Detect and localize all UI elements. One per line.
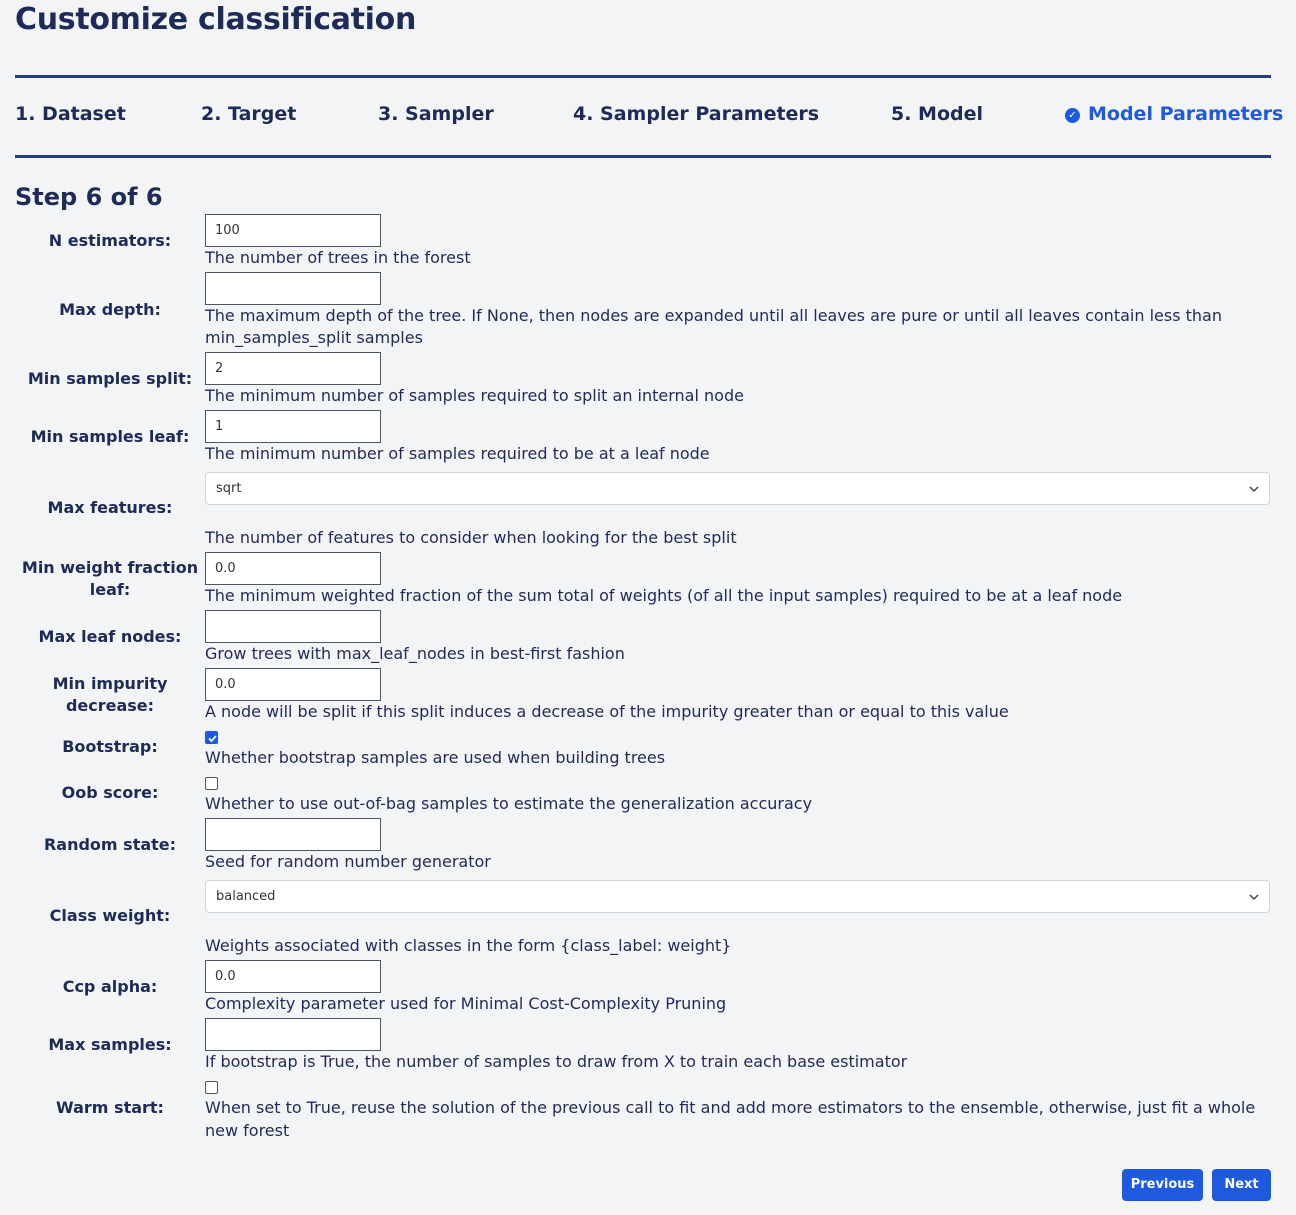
stepper: 1. Dataset 2. Target 3. Sampler 4. Sampl…: [0, 103, 1296, 133]
max-depth-input[interactable]: [205, 272, 381, 305]
random-state-input[interactable]: [205, 818, 381, 851]
step-dataset[interactable]: 1. Dataset: [15, 103, 126, 125]
bootstrap-checkbox[interactable]: [205, 731, 218, 744]
min-weight-fraction-leaf-label-line1: Min weight fraction: [21, 558, 199, 577]
step-sampler-parameters[interactable]: 4. Sampler Parameters: [573, 103, 819, 125]
step-count: Step 6 of 6: [15, 183, 163, 211]
min-impurity-decrease-label: Min impurity decrease:: [15, 673, 205, 717]
stepper-bottom-divider: [15, 155, 1271, 158]
min-samples-split-label: Min samples split:: [27, 369, 193, 388]
max-features-select[interactable]: sqrt: [205, 472, 1270, 505]
max-samples-help: If bootstrap is True, the number of samp…: [205, 1052, 908, 1071]
bootstrap-help: Whether bootstrap samples are used when …: [205, 748, 666, 767]
random-state-help: Seed for random number generator: [205, 852, 491, 871]
check-circle-icon: ✓: [1065, 108, 1080, 123]
n-estimators-label: N estimators:: [48, 231, 172, 250]
min-samples-leaf-help: The minimum number of samples required t…: [205, 444, 710, 463]
n-estimators-help: The number of trees in the forest: [205, 248, 471, 267]
min-samples-split-help: The minimum number of samples required t…: [205, 386, 744, 405]
step-model-parameters[interactable]: ✓ Model Parameters: [1065, 103, 1283, 125]
max-features-label: Max features:: [47, 498, 173, 517]
warm-start-help-line2: new forest: [205, 1121, 290, 1140]
ccp-alpha-input[interactable]: 0.0: [205, 960, 381, 993]
min-samples-split-input[interactable]: 2: [205, 352, 381, 385]
bootstrap-label: Bootstrap:: [62, 737, 158, 756]
checkmark-icon: [208, 735, 217, 743]
min-weight-fraction-leaf-label-line2: leaf:: [89, 580, 131, 599]
n-estimators-input[interactable]: 100: [205, 214, 381, 247]
warm-start-checkbox[interactable]: [205, 1081, 218, 1094]
step-model[interactable]: 5. Model: [891, 103, 983, 125]
max-depth-label: Max depth:: [59, 300, 161, 319]
max-features-value: sqrt: [216, 481, 242, 496]
next-button[interactable]: Next: [1212, 1169, 1271, 1201]
step-model-parameters-label: Model Parameters: [1088, 103, 1284, 125]
min-samples-leaf-label: Min samples leaf:: [30, 427, 190, 446]
warm-start-help-line1: When set to True, reuse the solution of …: [205, 1098, 1256, 1117]
min-impurity-decrease-label-line2: decrease:: [65, 696, 155, 715]
oob-score-help: Whether to use out-of-bag samples to est…: [205, 794, 813, 813]
max-samples-input[interactable]: [205, 1018, 381, 1051]
min-weight-fraction-leaf-help: The minimum weighted fraction of the sum…: [205, 586, 1123, 605]
max-leaf-nodes-input[interactable]: [205, 610, 381, 643]
class-weight-help: Weights associated with classes in the f…: [205, 936, 732, 955]
min-weight-fraction-leaf-input[interactable]: 0.0: [205, 552, 381, 585]
random-state-label: Random state:: [43, 835, 177, 854]
chevron-down-icon: [1249, 486, 1259, 493]
oob-score-label: Oob score:: [61, 783, 159, 802]
warm-start-label: Warm start:: [56, 1098, 164, 1117]
min-weight-fraction-leaf-label: Min weight fraction leaf:: [15, 557, 205, 601]
max-depth-help-line1: The maximum depth of the tree. If None, …: [205, 306, 1222, 325]
max-depth-help-line2: min_samples_split samples: [205, 328, 423, 347]
oob-score-checkbox[interactable]: [205, 777, 218, 790]
class-weight-value: balanced: [216, 889, 276, 904]
min-impurity-decrease-label-line1: Min impurity: [52, 674, 168, 693]
class-weight-select[interactable]: balanced: [205, 880, 1270, 913]
max-features-help: The number of features to consider when …: [205, 528, 737, 547]
step-sampler[interactable]: 3. Sampler: [378, 103, 494, 125]
min-samples-leaf-input[interactable]: 1: [205, 410, 381, 443]
class-weight-label: Class weight:: [49, 906, 171, 925]
ccp-alpha-help: Complexity parameter used for Minimal Co…: [205, 994, 727, 1013]
max-leaf-nodes-label: Max leaf nodes:: [38, 627, 182, 646]
previous-button[interactable]: Previous: [1122, 1169, 1203, 1201]
chevron-down-icon: [1249, 894, 1259, 901]
max-samples-label: Max samples:: [48, 1035, 172, 1054]
step-target[interactable]: 2. Target: [201, 103, 296, 125]
max-leaf-nodes-help: Grow trees with max_leaf_nodes in best-f…: [205, 644, 625, 663]
stepper-top-divider: [15, 75, 1271, 78]
page-title: Customize classification: [15, 2, 417, 37]
min-impurity-decrease-input[interactable]: 0.0: [205, 668, 381, 701]
ccp-alpha-label: Ccp alpha:: [62, 977, 158, 996]
min-impurity-decrease-help: A node will be split if this split induc…: [205, 702, 1009, 721]
